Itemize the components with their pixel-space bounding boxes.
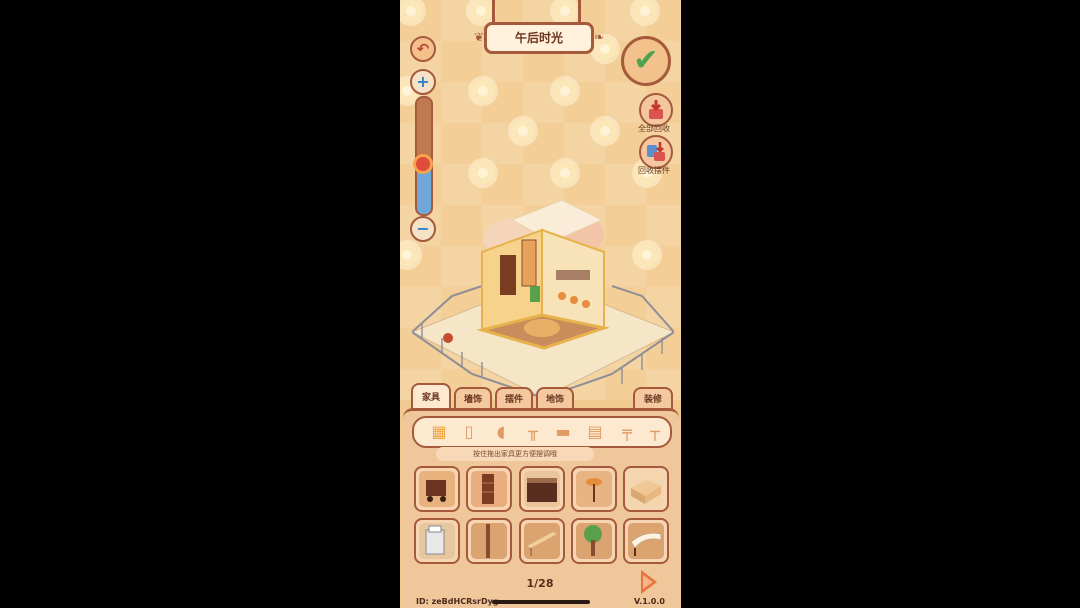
zoom-slider-knob[interactable] [413,154,433,174]
furniture-item-copier[interactable] [414,518,460,564]
dresser-icon[interactable]: ▤ [584,422,606,442]
scene-title-sign: ❦ 午后时光 ❧ [474,22,604,54]
mailbox-cart-icon [426,480,446,502]
furniture-item-counter-cabinet[interactable] [519,466,565,512]
scroll-ornament-icon: ❦ [473,30,485,44]
recycle-items-icon [647,142,665,161]
tab-furniture[interactable]: 家具 [411,383,451,411]
recycle-all-label: 全部回收 [638,124,670,133]
furniture-item-bookshelf[interactable] [466,466,512,512]
scroll-ornament-icon: ❧ [593,30,605,44]
desk-icon[interactable]: ╤ [616,422,638,442]
furniture-item-long-bench[interactable] [519,518,565,564]
minus-icon: − [416,219,430,238]
long-bench-icon [527,532,557,556]
furniture-item-fan-plant[interactable] [571,518,617,564]
sun-decoration-icon [554,80,576,102]
fan-plant-icon [584,525,602,556]
furniture-item-curved-desk[interactable] [623,518,669,564]
lamp-icon[interactable]: ┬ [644,422,666,442]
scene-title: 午后时光 [514,31,563,45]
page-indicator: 1/28 [526,577,554,590]
plus-icon: + [416,72,430,91]
grid-icon[interactable]: ▦ [428,422,450,442]
home-indicator [492,600,590,604]
sun-decoration-icon [400,0,422,22]
sign-rope [578,0,581,22]
undo-button[interactable]: ↶ [410,36,436,62]
furniture-item-wood-panel[interactable] [466,518,512,564]
toilet-icon[interactable]: ◖ [490,422,512,442]
counter-cabinet-icon [527,478,557,502]
checkmark-icon: ✔ [633,43,659,78]
sun-decoration-icon [472,80,494,102]
copier-icon [425,525,445,555]
sun-decoration-icon [472,162,494,184]
undo-arrow-icon: ↶ [416,40,430,58]
drag-hint: 按住拖出家具更方便摆调哦 [436,447,594,461]
sign-rope [492,0,495,22]
curved-desk-icon [630,532,662,556]
next-page-arrow-icon [643,575,653,589]
table-icon[interactable]: ╥ [522,422,544,442]
recycle-items-button[interactable] [639,135,673,169]
cabinet-icon[interactable]: ▯ [458,422,480,442]
sun-decoration-icon [634,0,656,22]
bed-icon[interactable]: ▬ [552,422,574,442]
furniture-item-mailbox-cart[interactable] [414,466,460,512]
version-label: V.1.0.0 [634,597,665,606]
furniture-item-bar-stool[interactable] [571,466,617,512]
sun-decoration-icon [636,244,658,266]
recycle-all-button[interactable] [639,93,673,127]
player-id: ID: zeBdHCRsrDyg [416,597,499,606]
bar-stool-icon [586,478,602,502]
confirm-button[interactable]: ✔ [621,36,671,86]
category-bar: ▦ ▯ ◖ ╥ ▬ ▤ ╤ ┬ [412,416,672,448]
sun-decoration-icon [512,120,534,142]
wood-panel-icon [486,524,490,558]
house-room [476,200,610,350]
recycle-items-label: 回收摆件 [638,166,670,175]
sun-decoration-icon [554,162,576,184]
zoom-out-button[interactable]: − [410,216,436,242]
bookshelf-icon [482,474,494,504]
sun-decoration-icon [594,120,616,142]
game-screen: ❦ 午后时光 ❧ ↶ + − ✔ 全部回收 回收摆件 家具 墙饰 摆件 地饰 装… [400,0,681,608]
furniture-item-storage-box[interactable] [623,466,669,512]
storage-box-icon [631,480,661,504]
zoom-in-button[interactable]: + [410,69,436,95]
sun-decoration-icon [470,0,492,22]
recycle-box-icon [649,100,663,119]
sun-decoration-icon [554,0,576,22]
